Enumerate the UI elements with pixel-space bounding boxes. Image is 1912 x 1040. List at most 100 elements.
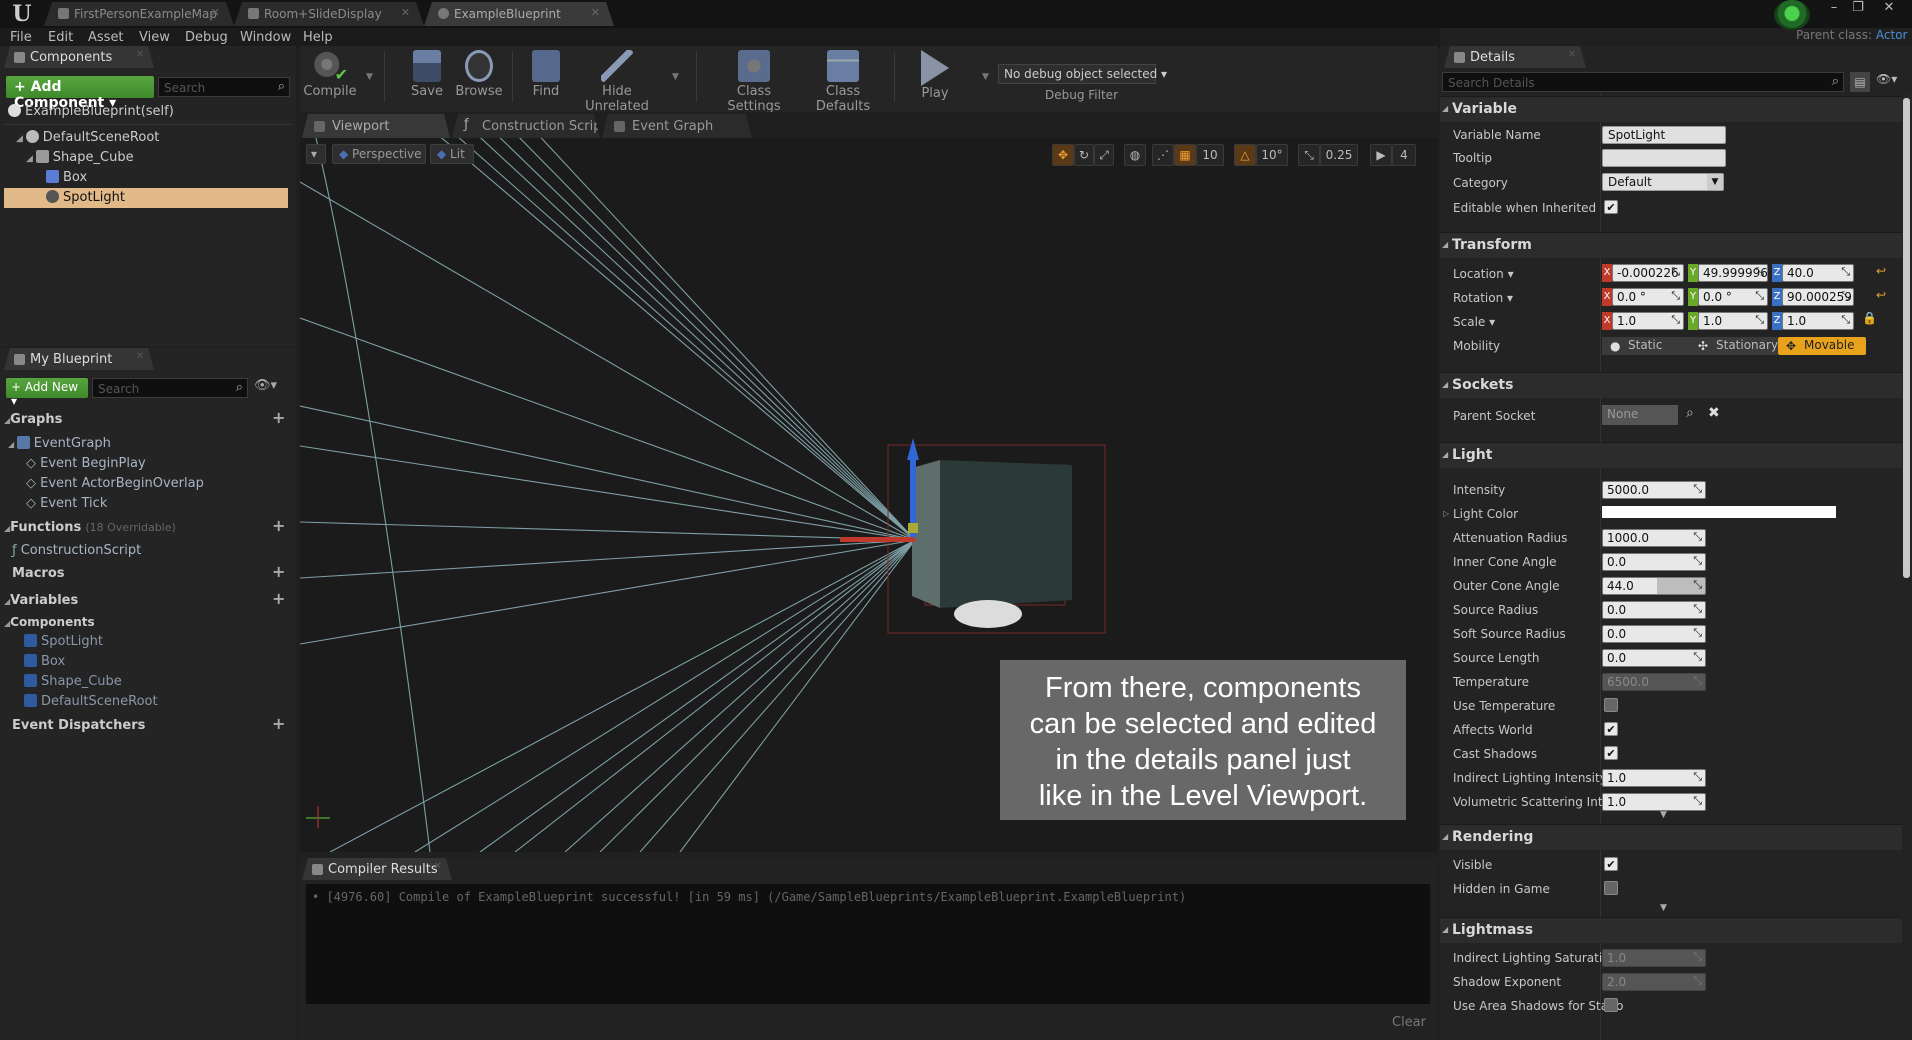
- details-search-input[interactable]: Search Details ⌕: [1442, 72, 1844, 92]
- location-y-field[interactable]: 49.999996 ⤡: [1698, 264, 1768, 282]
- hide-unrelated-button[interactable]: Hide Unrelated: [572, 50, 662, 114]
- close-icon[interactable]: ✕: [434, 861, 442, 872]
- category-lightmass[interactable]: Lightmass: [1440, 917, 1902, 943]
- lock-icon[interactable]: 🔒: [1862, 311, 1877, 325]
- world-local-icon[interactable]: ◍: [1124, 144, 1146, 166]
- add-dispatcher-icon[interactable]: +: [272, 714, 285, 733]
- components-search-input[interactable]: Search ⌕: [158, 77, 290, 97]
- scale-label[interactable]: Scale ▾: [1453, 315, 1495, 329]
- mobility-stationary-button[interactable]: ✣ Stationary: [1690, 337, 1778, 355]
- visible-checkbox[interactable]: ✔: [1604, 857, 1618, 871]
- graphs-section[interactable]: ◢Graphs: [4, 410, 62, 430]
- components-category[interactable]: ◢Components: [4, 612, 95, 632]
- use-temperature-checkbox[interactable]: [1604, 698, 1618, 712]
- hidden-in-game-checkbox[interactable]: [1604, 881, 1618, 895]
- tree-item-box[interactable]: Box: [46, 168, 288, 188]
- close-window-icon[interactable]: ✕: [1874, 0, 1904, 18]
- event-beginplay-item[interactable]: ◇ Event BeginPlay: [26, 454, 146, 474]
- var-shape-cube[interactable]: Shape_Cube: [24, 672, 122, 692]
- view-options-icon[interactable]: 👁▾: [254, 378, 277, 393]
- view-options-icon[interactable]: 👁▾: [1876, 72, 1897, 86]
- close-icon[interactable]: ✕: [591, 6, 600, 19]
- doc-tab-room[interactable]: Room+SlideDisplay ✕: [234, 2, 424, 26]
- cast-shadows-checkbox[interactable]: ✔: [1604, 746, 1618, 760]
- property-matrix-icon[interactable]: ▤: [1850, 72, 1870, 92]
- expand-icon[interactable]: ▷: [1443, 509, 1449, 518]
- rotation-label[interactable]: Rotation ▾: [1453, 291, 1513, 305]
- close-icon[interactable]: ✕: [1568, 49, 1576, 60]
- tab-viewport[interactable]: Viewport: [302, 114, 450, 138]
- tab-event-graph[interactable]: Event Graph: [602, 114, 752, 138]
- attenuation-radius-field[interactable]: 1000.0 ⤡: [1602, 529, 1706, 547]
- scale-x-field[interactable]: 1.0 ⤡: [1612, 312, 1684, 330]
- mobility-movable-button[interactable]: ✥ Movable: [1778, 337, 1866, 355]
- source-radius-field[interactable]: 0.0 ⤡: [1602, 601, 1706, 619]
- reset-rotation-icon[interactable]: ↩: [1876, 288, 1886, 302]
- save-button[interactable]: Save: [404, 50, 450, 104]
- rotation-z-field[interactable]: 90.000259 ⤡: [1782, 288, 1854, 306]
- tree-item-defaultsceneroot[interactable]: ◢ DefaultSceneRoot: [16, 128, 288, 148]
- expand-icon[interactable]: ◢: [26, 154, 36, 164]
- clear-socket-icon[interactable]: ✖: [1708, 405, 1720, 421]
- editable-inherited-checkbox[interactable]: ✔: [1604, 200, 1618, 214]
- maximize-icon[interactable]: ❐: [1846, 0, 1870, 18]
- self-row[interactable]: ExampleBlueprint(self): [8, 102, 290, 122]
- source-length-field[interactable]: 0.0 ⤡: [1602, 649, 1706, 667]
- rotate-tool-icon[interactable]: ↻: [1074, 144, 1094, 166]
- event-graph-item[interactable]: ◢ EventGraph: [8, 434, 111, 454]
- perspective-button[interactable]: ◆ Perspective: [332, 144, 426, 164]
- add-macro-icon[interactable]: +: [272, 562, 285, 581]
- mobility-static-button[interactable]: ● Static: [1602, 337, 1690, 355]
- expand-advanced-icon[interactable]: ▼: [1660, 810, 1667, 820]
- grid-snap-icon[interactable]: ▦: [1174, 144, 1196, 166]
- menu-file[interactable]: File: [10, 28, 32, 48]
- scale-y-field[interactable]: 1.0 ⤡: [1698, 312, 1768, 330]
- hide-unrelated-caret[interactable]: ▼: [672, 72, 679, 82]
- affects-world-checkbox[interactable]: ✔: [1604, 722, 1618, 736]
- menu-window[interactable]: Window: [240, 28, 291, 48]
- rotation-snap-value[interactable]: 10°: [1256, 144, 1288, 166]
- add-function-icon[interactable]: +: [272, 516, 285, 535]
- blueprint-search-input[interactable]: Search ⌕: [92, 378, 248, 398]
- scale-snap-value[interactable]: 0.25: [1320, 144, 1358, 166]
- shadow-exponent-field[interactable]: 2.0 ⤡: [1602, 973, 1706, 991]
- soft-source-radius-field[interactable]: 0.0 ⤡: [1602, 625, 1706, 643]
- my-blueprint-tab[interactable]: My Blueprint ✕: [4, 348, 154, 370]
- compile-button[interactable]: ✔ Compile: [302, 50, 358, 104]
- camera-speed-icon[interactable]: ▶: [1370, 144, 1392, 166]
- close-icon[interactable]: ✕: [136, 49, 144, 60]
- event-dispatchers-section[interactable]: Event Dispatchers: [12, 716, 145, 736]
- surface-snap-icon[interactable]: ⋰: [1152, 144, 1174, 166]
- functions-section[interactable]: ◢Functions (18 Overridable): [4, 518, 176, 538]
- indirect-lighting-intensity-field[interactable]: 1.0 ⤡: [1602, 769, 1706, 787]
- add-variable-icon[interactable]: +: [272, 589, 285, 608]
- scale-tool-icon[interactable]: ⤢: [1094, 144, 1114, 166]
- category-rendering[interactable]: Rendering: [1440, 824, 1902, 850]
- class-defaults-button[interactable]: Class Defaults: [802, 50, 884, 114]
- menu-view[interactable]: View: [139, 28, 170, 48]
- expand-icon[interactable]: ◢: [16, 134, 26, 144]
- add-graph-icon[interactable]: +: [272, 408, 285, 427]
- location-x-field[interactable]: -0.000226 ⤡: [1612, 264, 1684, 282]
- menu-asset[interactable]: Asset: [88, 28, 124, 48]
- grid-snap-value[interactable]: 10: [1196, 144, 1224, 166]
- var-spotlight[interactable]: SpotLight: [24, 632, 103, 652]
- event-tick-item[interactable]: ◇ Event Tick: [26, 494, 107, 514]
- volumetric-scattering-field[interactable]: 1.0 ⤡: [1602, 793, 1706, 811]
- class-settings-button[interactable]: Class Settings: [714, 50, 794, 114]
- compile-options-caret[interactable]: ▼: [366, 72, 373, 82]
- source-control-icon[interactable]: [1774, 0, 1810, 30]
- add-component-button[interactable]: + Add Component ▾: [6, 76, 154, 111]
- doc-tab-map[interactable]: FirstPersonExampleMap ✕: [44, 2, 234, 26]
- close-icon[interactable]: ✕: [401, 6, 410, 19]
- macros-section[interactable]: Macros: [12, 564, 65, 584]
- clear-button[interactable]: Clear: [1392, 1015, 1426, 1030]
- details-scrollbar-thumb[interactable]: [1903, 98, 1910, 578]
- reset-location-icon[interactable]: ↩: [1876, 264, 1886, 278]
- translate-tool-icon[interactable]: ✥: [1052, 144, 1074, 166]
- construction-script-item[interactable]: ƒ ConstructionScript: [12, 541, 141, 561]
- tree-item-spotlight[interactable]: SpotLight: [4, 188, 288, 208]
- variables-section[interactable]: ◢Variables: [4, 591, 78, 611]
- menu-help[interactable]: Help: [303, 28, 333, 48]
- close-icon[interactable]: ✕: [211, 6, 220, 19]
